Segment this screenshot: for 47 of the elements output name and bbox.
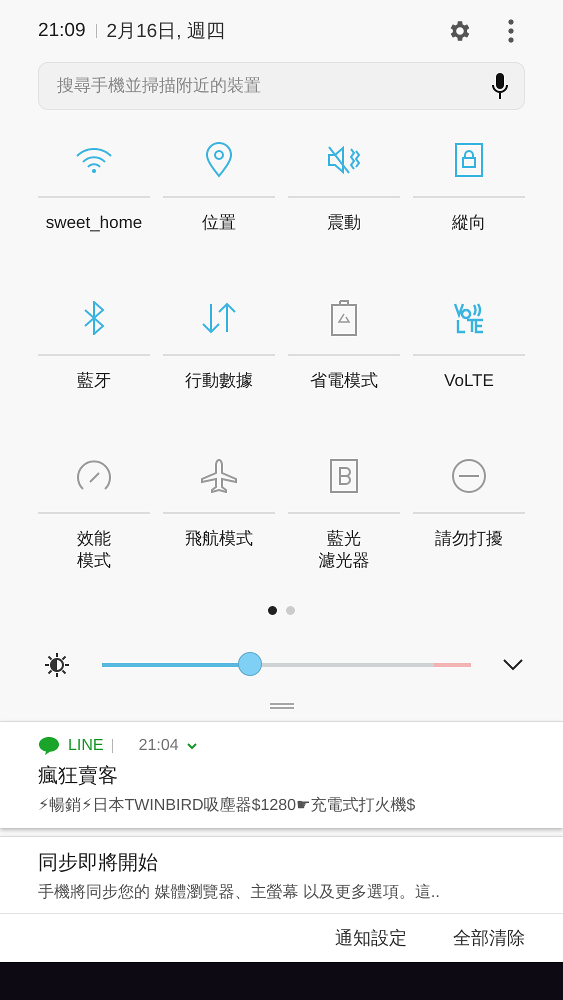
bluetooth-icon — [83, 301, 105, 335]
quick-setting-tile[interactable]: 飛航模式 — [163, 440, 275, 598]
quick-setting-tile[interactable]: 行動數據 — [163, 282, 275, 440]
quick-setting-tile[interactable]: VoLTE — [413, 282, 525, 440]
action-button[interactable]: 全部清除 — [453, 922, 525, 954]
quick-setting-tile[interactable]: 藍光 濾光器 — [288, 440, 400, 598]
volte-icon — [454, 302, 484, 334]
mute-vibrate-icon — [327, 143, 361, 177]
clock-time: 21:09 — [38, 20, 86, 42]
data-arrows-icon — [201, 302, 237, 334]
quick-setting-tile[interactable]: 震動 — [288, 124, 400, 282]
quick-setting-tile[interactable]: 位置 — [163, 124, 275, 282]
b-filter-icon — [330, 459, 358, 493]
chat-bubble-icon — [38, 736, 60, 756]
tile-label: 模式 — [77, 550, 111, 572]
brightness-icon — [44, 652, 70, 678]
quick-setting-tile[interactable]: 效能 模式 — [38, 440, 150, 598]
notification-title: 瘋狂賣客 — [38, 764, 119, 789]
drag-handle[interactable] — [270, 703, 294, 709]
notification-body: ⚡暢銷⚡日本TWINBIRD吸塵器$1280☛充電式打火機$ — [38, 796, 416, 816]
chevron-down-icon[interactable] — [186, 742, 197, 750]
notification-body: 手機將同步您的 媒體瀏覽器、主螢幕 以及更多選項。這.. — [38, 882, 441, 903]
notification-card[interactable]: LINE 21:04 瘋狂賣客 ⚡暢銷⚡日本TWINBIRD吸塵器$1280☛充電式打火機$ — [0, 721, 563, 828]
tile-label: 濾光器 — [318, 550, 370, 572]
notification-time: 21:04 — [138, 737, 179, 755]
do-not-disturb-icon — [451, 458, 487, 494]
slider-thumb[interactable] — [238, 652, 262, 676]
wifi-icon — [75, 146, 113, 174]
date-text: 2月16日, 週四 — [106, 20, 226, 44]
quick-setting-tile[interactable]: 縱向 — [413, 124, 525, 282]
search-field[interactable]: 搜尋手機並掃描附近的裝置 — [38, 62, 525, 110]
expand-chevron-icon[interactable] — [503, 659, 523, 671]
action-button[interactable]: 通知設定 — [335, 922, 407, 954]
quick-setting-tile[interactable]: 請勿打擾 — [413, 440, 525, 598]
rotation-lock-icon — [455, 143, 483, 177]
location-pin-icon — [205, 142, 233, 178]
quick-setting-tile[interactable]: 藍牙 — [38, 282, 150, 440]
notification-title: 同步即將開始 — [38, 851, 159, 876]
quick-setting-tile[interactable]: 省電模式 — [288, 282, 400, 440]
airplane-icon — [201, 459, 237, 493]
app-name: LINE — [68, 737, 104, 755]
notification-card[interactable]: 同步即將開始 手機將同步您的 媒體瀏覽器、主螢幕 以及更多選項。這.. — [0, 836, 563, 913]
tile-label: 效能 — [77, 528, 111, 550]
tile-label: 藍光 — [327, 528, 361, 550]
microphone-icon[interactable] — [491, 72, 509, 100]
quick-setting-tile[interactable]: sweet_home — [38, 124, 150, 282]
speedometer-icon — [76, 460, 112, 492]
